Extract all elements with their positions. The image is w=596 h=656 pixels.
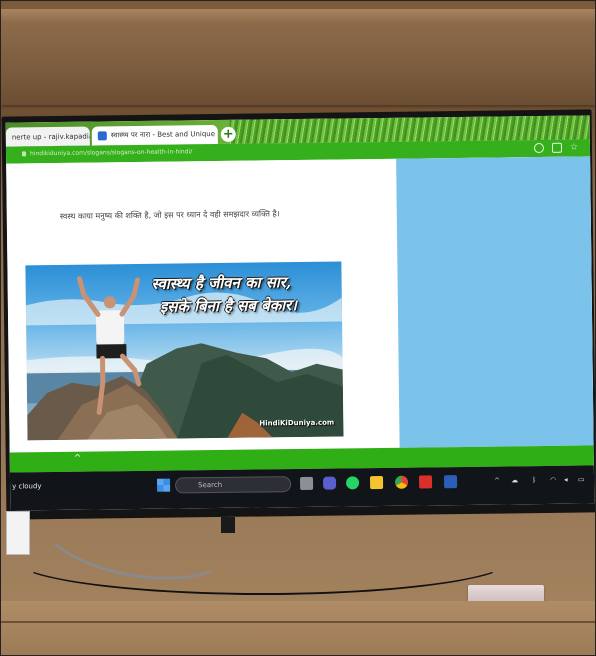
tv-screen: nerte up - rajiv.kapadia@ × स्वास्थ्य पर… [5, 115, 595, 511]
volume-icon[interactable]: ◂ [564, 476, 568, 484]
image-watermark: HindiKiDuniya.com [259, 418, 335, 428]
start-icon[interactable] [156, 478, 171, 492]
favicon-icon [97, 131, 107, 141]
image-slogan-line-1: स्वास्थ्य है जीवन का सार, [151, 273, 292, 293]
side-panel [396, 156, 594, 448]
battery-icon[interactable]: ▭ [578, 476, 585, 484]
google-icon[interactable] [533, 142, 545, 154]
drawer-edge [1, 621, 595, 623]
wifi-icon[interactable]: ◠ [550, 476, 556, 484]
star-icon[interactable]: ☆ [570, 143, 580, 153]
taskbar-search[interactable]: Search [174, 476, 292, 494]
chat-icon[interactable] [322, 476, 337, 490]
tv-bezel: nerte up - rajiv.kapadia@ × स्वास्थ्य पर… [1, 109, 595, 520]
image-slogan-line-2: इसके बिना है सब बेकार। [159, 296, 298, 316]
whatsapp-icon[interactable] [345, 476, 360, 490]
cloud-icon[interactable]: ☁ [511, 476, 518, 484]
word-icon[interactable] [443, 475, 458, 489]
file-explorer-icon[interactable] [369, 475, 384, 490]
lower-drawer [1, 601, 595, 655]
acrobat-icon[interactable] [418, 475, 433, 489]
weather-widget[interactable]: y cloudy [12, 482, 42, 490]
tab-signup[interactable]: nerte up - rajiv.kapadia@ × [5, 126, 90, 147]
new-tab-button[interactable]: + [220, 126, 236, 142]
slogan-image: स्वास्थ्य है जीवन का सार, इसके बिना है स… [25, 261, 344, 441]
chevron-up-icon[interactable]: ^ [74, 454, 82, 464]
top-shelf [1, 9, 595, 23]
task-view-icon[interactable] [299, 476, 314, 490]
upper-cabinet [1, 23, 595, 105]
chrome-icon[interactable] [394, 475, 409, 489]
lock-icon [21, 151, 27, 157]
power-wire [11, 521, 515, 595]
tray-chevron-icon[interactable]: ^ [494, 477, 500, 485]
extensions-icon[interactable] [551, 142, 563, 153]
photo-frame: nerte up - rajiv.kapadia@ × स्वास्थ्य पर… [0, 0, 596, 656]
bluetooth-icon[interactable]: ᛒ [532, 476, 536, 484]
health-quote: स्वस्थ काया मनुष्य की शक्ति है, जो इस पर… [59, 209, 280, 221]
tab-label: nerte up - rajiv.kapadia@ [11, 131, 90, 141]
search-placeholder: Search [198, 480, 223, 490]
tab-label: स्वास्थ्य पर नारा - Best and Unique [110, 130, 216, 140]
url-text[interactable]: hindikiduniya.com/slogans/slogans-on-hea… [30, 148, 192, 157]
tab-health-slogans[interactable]: स्वास्थ्य पर नारा - Best and Unique × [91, 124, 218, 146]
